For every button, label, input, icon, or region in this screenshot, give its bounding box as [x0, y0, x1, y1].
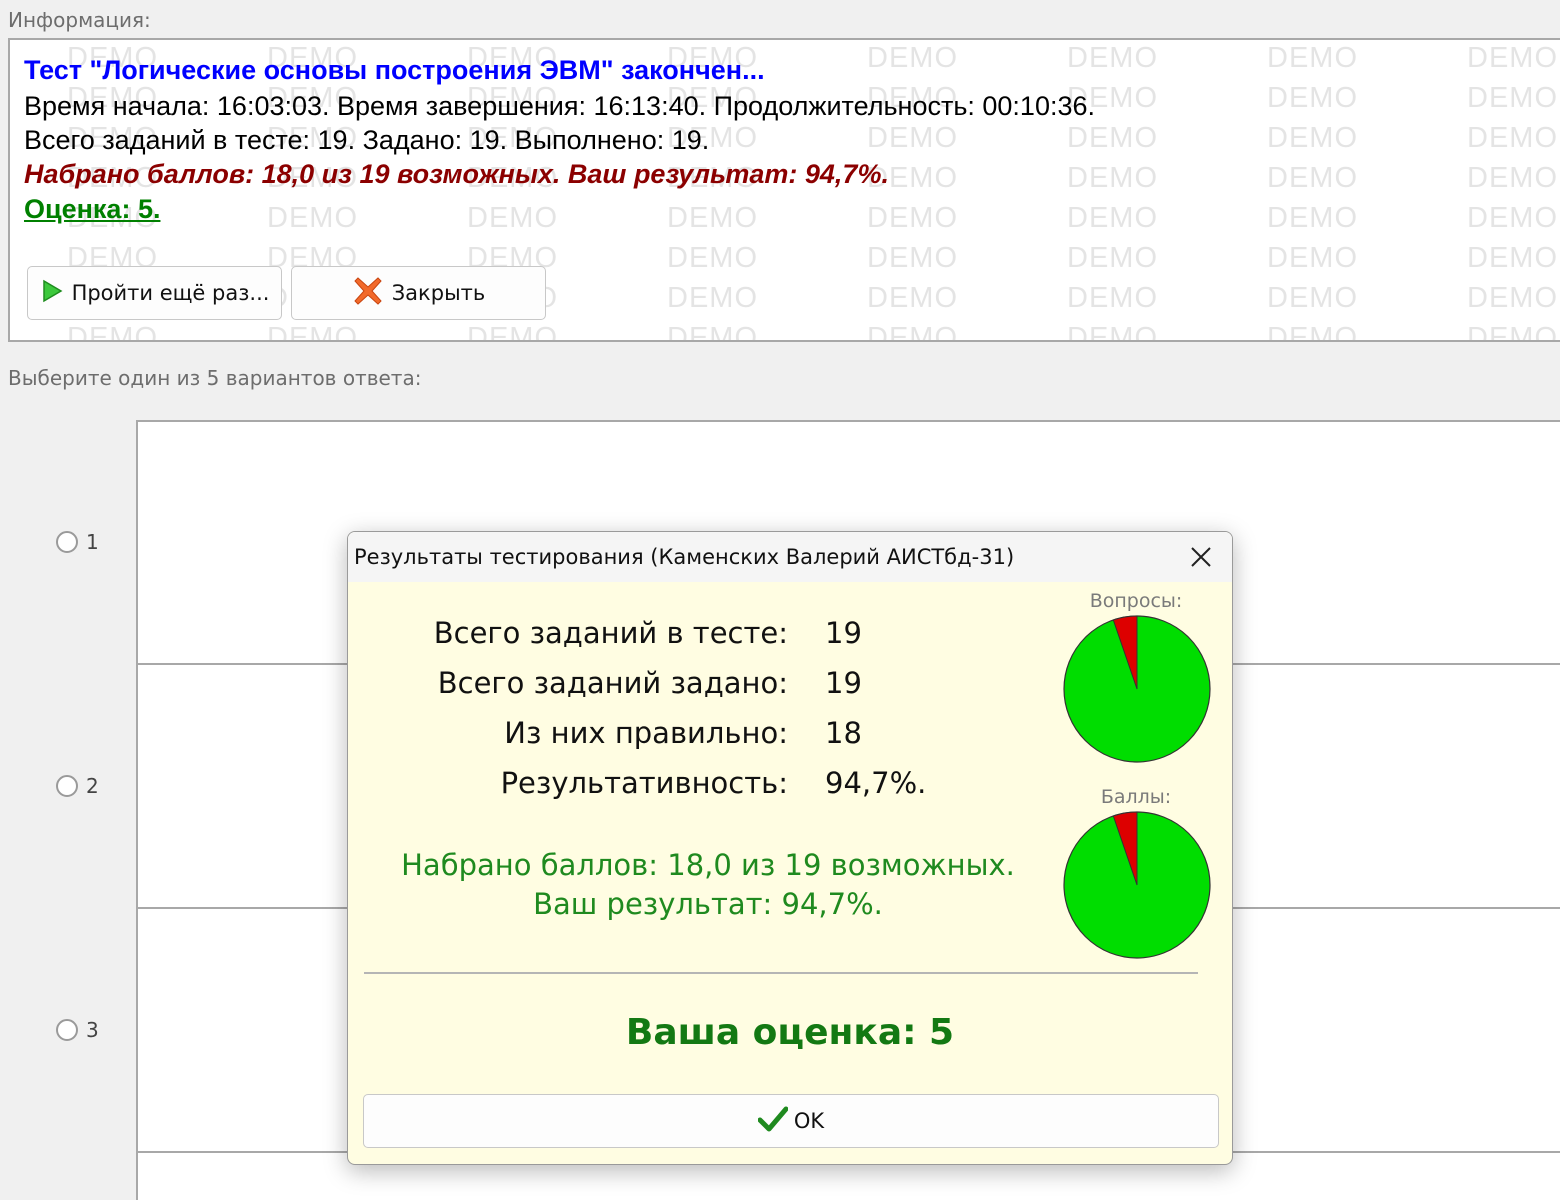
- dialog-title: Результаты тестирования (Каменских Валер…: [354, 545, 1015, 569]
- demo-watermark: DEMO: [1067, 242, 1158, 274]
- answer-option-label: 3: [86, 1018, 99, 1042]
- stat-label: Результативность:: [500, 766, 788, 800]
- demo-watermark: DEMO: [1067, 42, 1158, 74]
- demo-watermark: DEMO: [867, 242, 958, 274]
- test-title: Тест "Логические основы построения ЭВМ" …: [24, 55, 765, 85]
- ok-button-label: OK: [793, 1109, 825, 1133]
- demo-watermark: DEMO: [1267, 242, 1358, 274]
- pie-caption-points: Баллы:: [1100, 786, 1172, 808]
- test-grade-link[interactable]: Оценка: 5.: [24, 194, 160, 225]
- demo-watermark: DEMO: [267, 202, 358, 234]
- dialog-close-icon[interactable]: [1186, 542, 1216, 572]
- demo-watermark: DEMO: [867, 122, 958, 154]
- demo-watermark: DEMO: [667, 202, 758, 234]
- demo-watermark: DEMO: [1267, 202, 1358, 234]
- stat-label: Всего заданий задано:: [437, 666, 788, 700]
- answer-option-1[interactable]: 1: [56, 530, 99, 554]
- demo-watermark: DEMO: [1267, 282, 1358, 314]
- demo-watermark: DEMO: [1067, 122, 1158, 154]
- demo-watermark: DEMO: [1067, 202, 1158, 234]
- demo-watermark: DEMO: [467, 202, 558, 234]
- demo-watermark: DEMO: [1067, 322, 1158, 342]
- answer-prompt: Выберите один из 5 вариантов ответа:: [8, 366, 422, 390]
- demo-watermark: DEMO: [1467, 242, 1558, 274]
- close-test-button[interactable]: Закрыть: [291, 266, 546, 320]
- stat-value: 19: [825, 616, 862, 650]
- stat-tasks-given: Всего заданий задано: 19: [348, 666, 1048, 706]
- demo-watermark: DEMO: [667, 282, 758, 314]
- stat-total-tasks: Всего заданий в тесте: 19: [348, 616, 1048, 656]
- retry-button-label: Пройти ещё раз...: [71, 281, 270, 305]
- info-label: Информация:: [8, 8, 151, 32]
- demo-watermark: DEMO: [1267, 322, 1358, 342]
- radio-button[interactable]: [56, 1019, 78, 1041]
- demo-watermark: DEMO: [1267, 42, 1358, 74]
- test-times: Время начала: 16:03:03. Время завершения…: [24, 91, 1095, 121]
- dialog-titlebar: Результаты тестирования (Каменских Валер…: [348, 532, 1232, 582]
- demo-watermark: DEMO: [1467, 82, 1558, 114]
- points-summary: Набрано баллов: 18,0 из 19 возможных.: [401, 848, 1015, 882]
- demo-watermark: DEMO: [867, 42, 958, 74]
- demo-watermark: DEMO: [1267, 82, 1358, 114]
- demo-watermark: DEMO: [1267, 122, 1358, 154]
- close-test-button-label: Закрыть: [391, 281, 486, 305]
- demo-watermark: DEMO: [867, 322, 958, 342]
- radio-button[interactable]: [56, 775, 78, 797]
- checkmark-icon: [757, 1106, 789, 1137]
- demo-watermark: DEMO: [867, 202, 958, 234]
- test-task-counts: Всего заданий в тесте: 19. Задано: 19. В…: [24, 125, 710, 155]
- stat-value: 18: [825, 716, 862, 750]
- stat-correct: Из них правильно: 18: [348, 716, 1048, 756]
- demo-watermark: DEMO: [867, 282, 958, 314]
- answer-option-label: 1: [86, 530, 99, 554]
- demo-watermark: DEMO: [1467, 42, 1558, 74]
- answer-option-3[interactable]: 3: [56, 1018, 99, 1042]
- dialog-divider: [364, 972, 1198, 974]
- pie-caption-questions: Вопросы:: [1089, 590, 1183, 612]
- demo-watermark: DEMO: [467, 322, 558, 342]
- stat-label: Всего заданий в тесте:: [433, 616, 788, 650]
- demo-watermark: DEMO: [267, 322, 358, 342]
- retry-button[interactable]: Пройти ещё раз...: [27, 266, 282, 320]
- test-score: Набрано баллов: 18,0 из 19 возможных. Ва…: [24, 159, 889, 189]
- demo-watermark: DEMO: [1467, 322, 1558, 342]
- stat-value: 19: [825, 666, 862, 700]
- demo-watermark: DEMO: [1067, 162, 1158, 194]
- questions-pie-chart: [1063, 615, 1211, 763]
- demo-watermark: DEMO: [1467, 202, 1558, 234]
- radio-button[interactable]: [56, 531, 78, 553]
- demo-watermark: DEMO: [67, 322, 158, 342]
- stat-label: Из них правильно:: [504, 716, 788, 750]
- results-dialog: Результаты тестирования (Каменских Валер…: [347, 531, 1233, 1165]
- demo-watermark: DEMO: [667, 242, 758, 274]
- info-panel: DEMO DEMO DEMO DEMO DEMO DEMO DEMO DEMO DEMO DEMO…: [8, 38, 1560, 342]
- final-grade: Ваша оценка: 5: [625, 1012, 955, 1053]
- points-pie-chart: [1063, 811, 1211, 959]
- stat-value: 94,7%.: [825, 766, 927, 800]
- demo-watermark: DEMO: [1467, 282, 1558, 314]
- close-x-icon: [352, 275, 384, 312]
- result-summary: Ваш результат: 94,7%.: [533, 887, 883, 921]
- demo-watermark: DEMO: [1067, 282, 1158, 314]
- demo-watermark: DEMO: [1467, 162, 1558, 194]
- play-icon: [40, 279, 64, 308]
- demo-watermark: DEMO: [1467, 122, 1558, 154]
- stat-effectiveness: Результативность: 94,7%.: [348, 766, 1048, 806]
- answer-option-2[interactable]: 2: [56, 774, 99, 798]
- ok-button[interactable]: OK: [363, 1094, 1219, 1148]
- answer-option-label: 2: [86, 774, 99, 798]
- demo-watermark: DEMO: [1267, 162, 1358, 194]
- demo-watermark: DEMO: [667, 322, 758, 342]
